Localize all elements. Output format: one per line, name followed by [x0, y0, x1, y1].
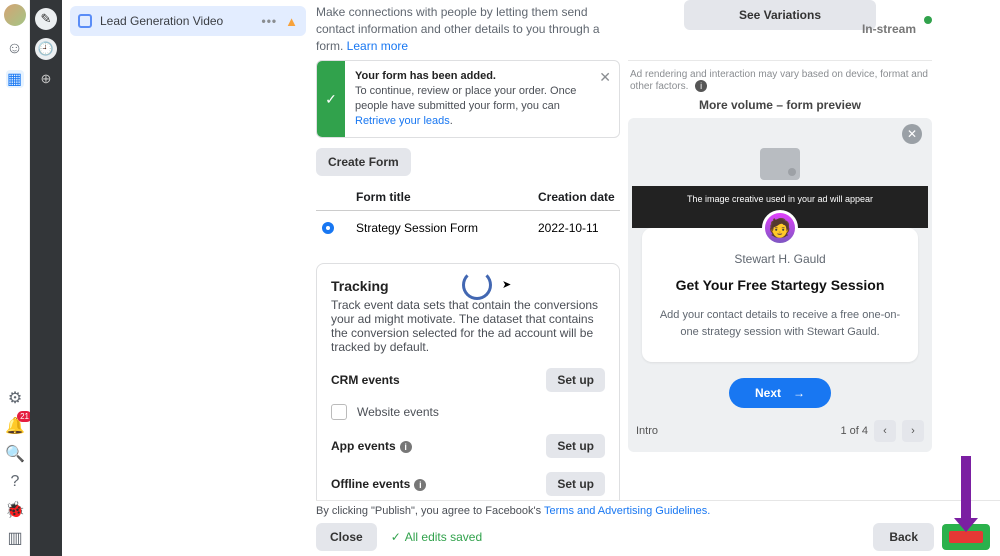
- retrieve-leads-link[interactable]: Retrieve your leads: [355, 115, 450, 127]
- breadcrumb[interactable]: Lead Generation Video ••• ▲: [70, 6, 306, 36]
- col-form-title: Form title: [356, 190, 538, 204]
- online-dot-icon: [924, 16, 932, 24]
- website-events-checkbox[interactable]: Website events: [331, 404, 605, 420]
- tracking-card: Tracking Track event data sets that cont…: [316, 263, 620, 506]
- footer: By clicking "Publish", you agree to Face…: [316, 500, 1000, 556]
- bug-icon[interactable]: 🐞: [6, 501, 24, 519]
- next-page-button[interactable]: ›: [902, 420, 924, 442]
- preview-desc: Add your contact details to receive a fr…: [656, 307, 904, 342]
- pager-intro-label: Intro: [636, 425, 658, 437]
- app-setup-button[interactable]: Set up: [546, 434, 605, 458]
- crm-events-label: CRM events: [331, 373, 400, 387]
- checkbox-icon[interactable]: [331, 404, 347, 420]
- more-icon[interactable]: •••: [262, 14, 278, 28]
- prev-page-button[interactable]: ‹: [874, 420, 896, 442]
- in-stream-label: In-stream: [862, 22, 916, 36]
- forms-table: Form title Creation date Strategy Sessio…: [316, 190, 620, 245]
- crm-setup-button[interactable]: Set up: [546, 368, 605, 392]
- app-events-label: App events: [331, 439, 396, 453]
- policy-text: By clicking "Publish", you agree to Face…: [316, 505, 990, 517]
- table-row[interactable]: Strategy Session Form 2022-10-11: [316, 211, 620, 245]
- website-events-label: Website events: [357, 405, 439, 419]
- info-icon[interactable]: i: [414, 479, 426, 491]
- help-icon[interactable]: ?: [6, 473, 24, 491]
- create-form-button[interactable]: Create Form: [316, 148, 411, 176]
- arrow-right-icon: →: [793, 386, 805, 400]
- avatar: 🧑: [762, 210, 798, 246]
- form-preview: ✕ The image creative used in your ad wil…: [628, 118, 932, 452]
- left-rail: ☺ ▦ ⚙ 🔔 🔍 ? 🐞 ▥: [0, 0, 30, 556]
- form-added-notice: ✓ Your form has been added. To continue,…: [316, 60, 620, 137]
- cursor-icon: ➤: [502, 278, 511, 291]
- preview-close-icon[interactable]: ✕: [902, 124, 922, 144]
- row-date: 2022-10-11: [538, 221, 620, 235]
- grid-icon[interactable]: ▦: [6, 70, 24, 88]
- info-icon[interactable]: i: [400, 441, 412, 453]
- save-status: ✓All edits saved: [391, 530, 482, 544]
- learn-more-link[interactable]: Learn more: [347, 39, 408, 53]
- arrow-down-icon: [961, 456, 971, 520]
- render-disclaimer: Ad rendering and interaction may vary ba…: [628, 69, 932, 92]
- gear-icon[interactable]: ⚙: [6, 389, 24, 407]
- form-column: Make connections with people by letting …: [316, 0, 620, 506]
- row-title: Strategy Session Form: [356, 221, 538, 235]
- see-variations-button[interactable]: See Variations: [684, 0, 876, 30]
- main-area: Make connections with people by letting …: [316, 0, 1000, 556]
- form-intro: Make connections with people by letting …: [316, 4, 620, 54]
- pager-count: 1 of 4: [840, 425, 868, 437]
- preview-column: See Variations In-stream Ad rendering an…: [628, 0, 932, 506]
- loading-spinner-icon: [462, 270, 492, 300]
- smiley-icon[interactable]: ☺: [6, 40, 24, 58]
- image-placeholder-icon: [760, 148, 800, 180]
- check-icon: ✓: [391, 530, 401, 544]
- radio-selected-icon[interactable]: [322, 222, 334, 234]
- image-note: The image creative used in your ad will …: [687, 194, 873, 204]
- preview-heading: More volume – form preview: [628, 98, 932, 112]
- zoom-icon[interactable]: ⊕: [35, 68, 57, 90]
- col-creation-date: Creation date: [538, 190, 620, 204]
- offline-setup-button[interactable]: Set up: [546, 472, 605, 496]
- warning-icon: ▲: [285, 14, 298, 29]
- panel-icon[interactable]: ▥: [6, 529, 24, 547]
- search-icon[interactable]: 🔍: [6, 445, 24, 463]
- pencil-icon[interactable]: ✎: [35, 8, 57, 30]
- clock-icon[interactable]: 🕘: [35, 38, 57, 60]
- bell-icon[interactable]: 🔔: [6, 417, 24, 435]
- ad-icon: [78, 14, 92, 28]
- breadcrumb-label: Lead Generation Video: [100, 14, 223, 28]
- back-button[interactable]: Back: [873, 523, 934, 551]
- tool-column: ✎ 🕘 ⊕: [30, 0, 62, 556]
- notice-text: Your form has been added. To continue, r…: [345, 61, 619, 136]
- terms-link[interactable]: Terms and Advertising Guidelines.: [544, 505, 710, 517]
- preview-title: Get Your Free Startegy Session: [656, 276, 904, 295]
- profile-avatar[interactable]: [4, 4, 26, 26]
- preview-name: Stewart H. Gauld: [656, 252, 904, 266]
- tracking-desc: Track event data sets that contain the c…: [331, 298, 605, 354]
- check-icon: ✓: [317, 61, 345, 136]
- offline-events-label: Offline events: [331, 477, 410, 491]
- close-icon[interactable]: ✕: [599, 69, 611, 86]
- close-button[interactable]: Close: [316, 523, 377, 551]
- info-icon[interactable]: i: [695, 80, 707, 92]
- next-button[interactable]: Next→: [729, 378, 831, 408]
